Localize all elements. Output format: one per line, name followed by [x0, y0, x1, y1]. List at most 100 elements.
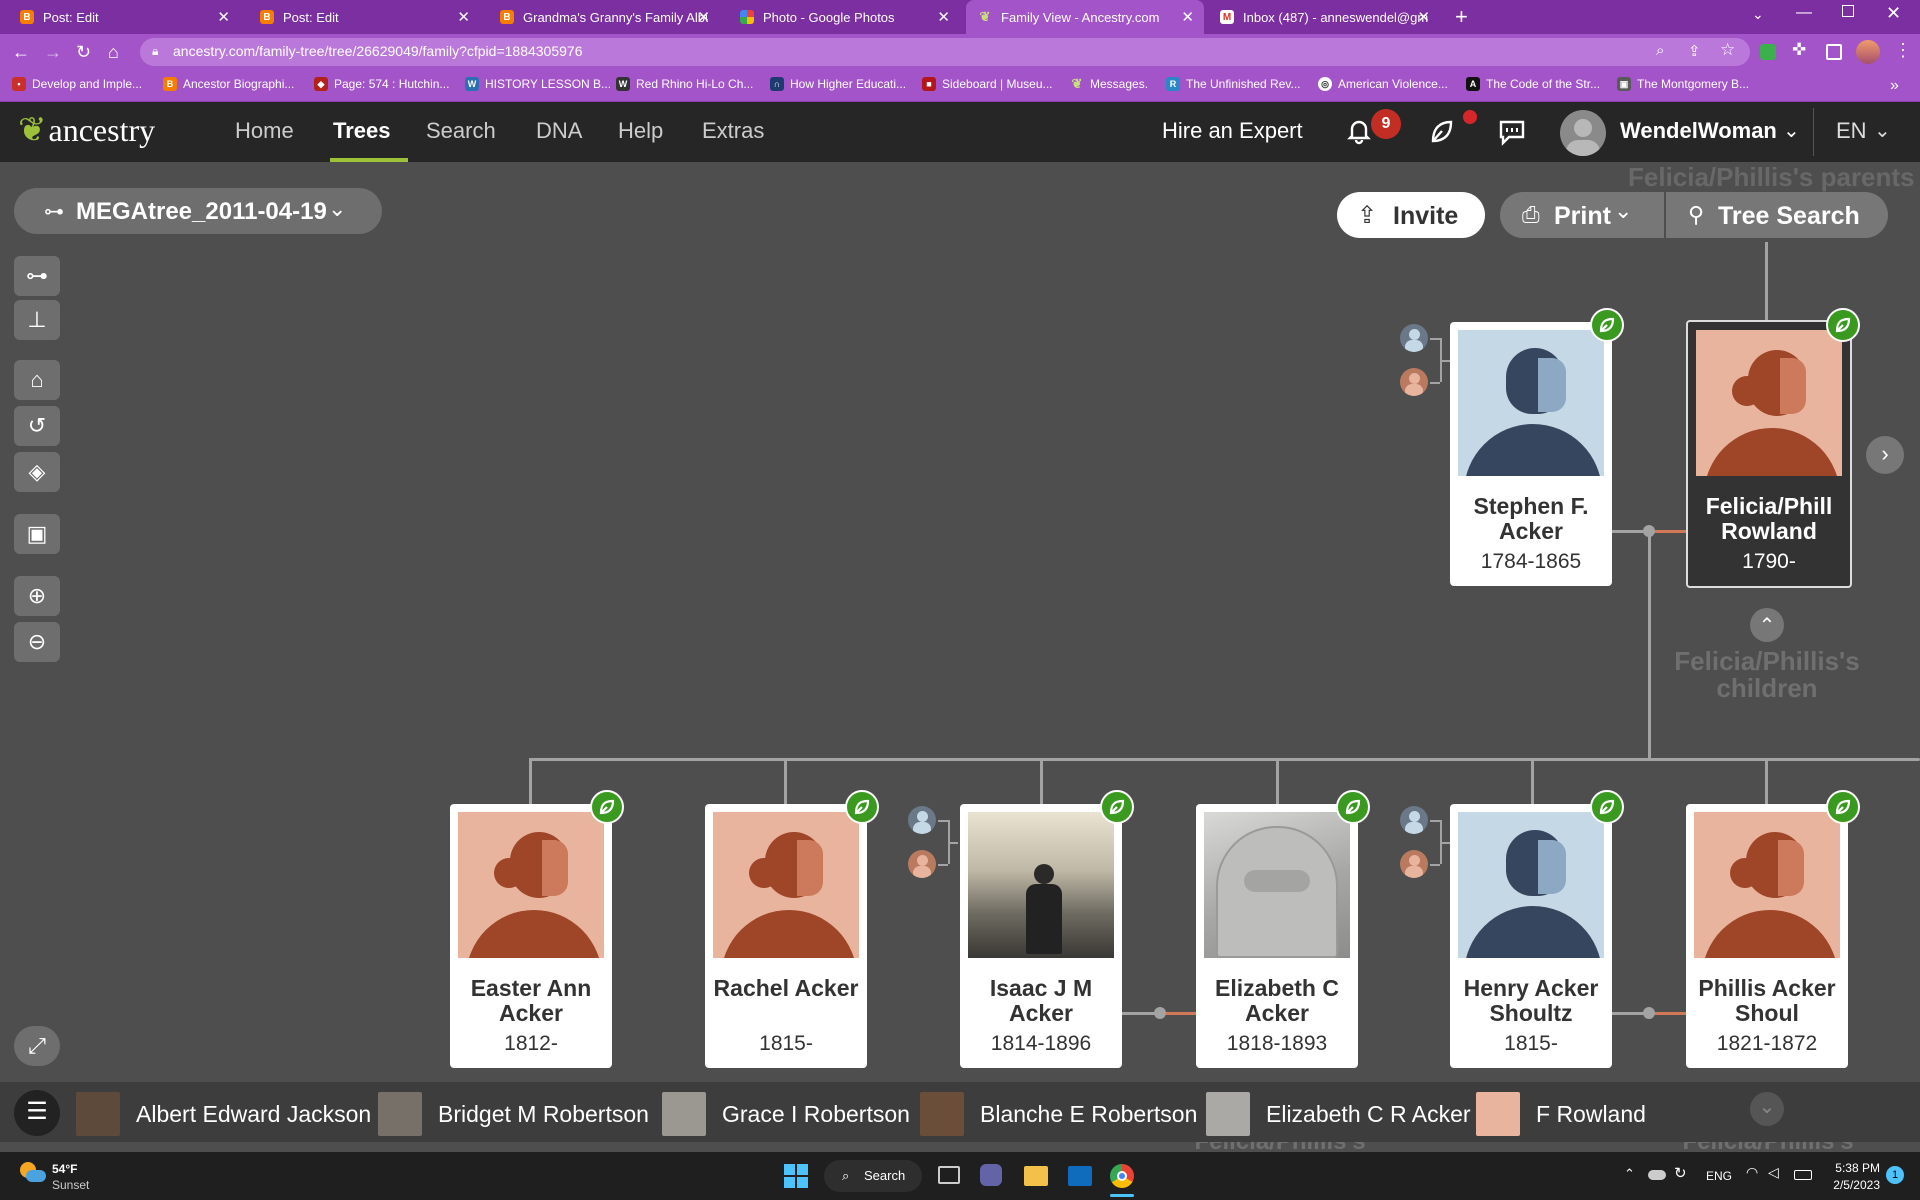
bookmark-star-icon[interactable]: ☆ — [1720, 40, 1735, 60]
new-tab-button[interactable]: + — [1455, 4, 1468, 30]
home-person-button[interactable]: ⌂ — [14, 360, 60, 400]
bookmark-item[interactable]: W Red Rhino Hi-Lo Ch... — [616, 77, 753, 91]
close-tab-icon[interactable]: ✕ — [1417, 8, 1430, 26]
tray-chevron-up-icon[interactable]: ⌃ — [1624, 1166, 1635, 1182]
chevron-down-icon[interactable]: ⌄ — [1783, 118, 1800, 143]
person-card-child[interactable]: Isaac J M Acker 1814-1896 — [960, 804, 1122, 1068]
battery-icon[interactable] — [1794, 1170, 1812, 1180]
hint-leaf-icon[interactable] — [845, 790, 879, 824]
browser-menu-icon[interactable]: ⋮ — [1894, 40, 1912, 61]
bookmark-item[interactable]: ■ Sideboard | Museu... — [922, 77, 1053, 91]
url-text[interactable]: ancestry.com/family-tree/tree/26629049/f… — [173, 43, 582, 59]
taskbar-search[interactable]: ⌕ Search — [824, 1160, 922, 1192]
nav-trees[interactable]: Trees — [333, 118, 391, 144]
hint-leaf-icon[interactable] — [590, 790, 624, 824]
recent-person[interactable]: Blanche E Robertson — [920, 1092, 1197, 1136]
zoom-out-button[interactable]: ⊖ — [14, 622, 60, 662]
recent-person[interactable]: F Rowland — [1476, 1092, 1646, 1136]
bookmark-item[interactable]: ◎ American Violence... — [1318, 77, 1448, 91]
maximize-icon[interactable] — [1842, 5, 1854, 17]
father-parents-button[interactable] — [908, 806, 936, 834]
clock-time[interactable]: 5:38 PM — [1826, 1161, 1880, 1175]
person-card-child[interactable]: Phillis Acker Shoul 1821-1872 — [1686, 804, 1848, 1068]
notification-center-badge[interactable]: 1 — [1886, 1166, 1904, 1184]
close-window-icon[interactable]: ✕ — [1886, 3, 1901, 24]
mail-icon[interactable] — [1068, 1166, 1092, 1186]
hint-leaf-icon[interactable] — [1590, 790, 1624, 824]
sync-icon[interactable]: ↻ — [1674, 1164, 1687, 1182]
hint-leaf-icon[interactable] — [1590, 308, 1624, 342]
close-tab-icon[interactable]: ✕ — [697, 8, 710, 26]
back-icon[interactable]: ← — [12, 42, 30, 62]
bookmark-item[interactable]: ❦ Messages. — [1070, 76, 1148, 91]
ancestry-logo[interactable]: ❦ ancestry — [18, 110, 155, 150]
list-icon[interactable]: ☰ — [14, 1090, 60, 1136]
lock-icon[interactable]: 🔒︎ — [152, 44, 158, 59]
recent-person[interactable]: Elizabeth C R Acker — [1206, 1092, 1471, 1136]
person-card-child[interactable]: Henry Acker Shoultz 1815- — [1450, 804, 1612, 1068]
minimize-icon[interactable]: — — [1796, 4, 1812, 22]
person-card-child[interactable]: Elizabeth C Acker 1818-1893 — [1196, 804, 1358, 1068]
mother-parents-button[interactable] — [1400, 368, 1428, 396]
side-panel-icon[interactable] — [1826, 44, 1842, 60]
task-view-icon[interactable] — [938, 1166, 960, 1184]
hire-expert-link[interactable]: Hire an Expert — [1162, 118, 1303, 144]
teams-chat-icon[interactable] — [980, 1164, 1002, 1186]
puzzle-extensions-icon[interactable]: ✜ — [1792, 40, 1806, 60]
home-icon[interactable]: ⌂ — [108, 42, 119, 62]
hint-leaf-icon[interactable] — [1826, 308, 1860, 342]
bookmark-item[interactable]: B Ancestor Biographi... — [163, 77, 294, 91]
nav-search[interactable]: Search — [426, 118, 496, 144]
chevron-down-icon[interactable]: ⌄ — [1874, 118, 1891, 143]
bookmark-item[interactable]: W HISTORY LESSON B... — [465, 77, 611, 91]
close-tab-icon[interactable]: ✕ — [1181, 8, 1194, 26]
onedrive-icon[interactable] — [1648, 1170, 1666, 1180]
bookmark-item[interactable]: ∩ How Higher Educati... — [770, 77, 906, 91]
recent-person[interactable]: Grace I Robertson — [662, 1092, 910, 1136]
profile-avatar[interactable] — [1856, 40, 1880, 64]
person-card-focus[interactable]: Felicia/Phill Rowland 1790- — [1686, 320, 1852, 588]
volume-icon[interactable]: ◁ — [1768, 1164, 1779, 1181]
browser-tab-active[interactable]: ❦ Family View - Ancestry.com ✕ — [966, 0, 1204, 34]
father-parents-button[interactable] — [1400, 324, 1428, 352]
collapse-children-chevron-icon[interactable]: ⌃ — [1750, 608, 1784, 642]
recent-person[interactable]: Bridget M Robertson — [378, 1092, 649, 1136]
tree-selector[interactable]: ⊶ MEGAtree_2011-04-19 ⌄ — [14, 188, 382, 234]
tab-search-chevron-icon[interactable]: ⌄ — [1752, 6, 1764, 23]
user-menu[interactable]: WendelWoman — [1620, 118, 1777, 144]
chrome-icon[interactable] — [1110, 1164, 1134, 1188]
browser-tab[interactable]: Photo - Google Photos ✕ — [728, 0, 960, 34]
file-explorer-icon[interactable] — [1024, 1166, 1048, 1186]
wifi-icon[interactable]: ◠ — [1746, 1164, 1758, 1181]
person-card-child[interactable]: Easter Ann Acker 1812- — [450, 804, 612, 1068]
browser-tab[interactable]: B Grandma's Granny's Family Albur ✕ — [488, 0, 720, 34]
bookmark-item[interactable]: • Develop and Imple... — [12, 77, 142, 91]
history-button[interactable]: ↺ — [14, 406, 60, 446]
bookmark-item[interactable]: R The Unfinished Rev... — [1166, 77, 1301, 91]
fullscreen-button[interactable]: ⤢ — [14, 1026, 60, 1066]
print-button[interactable]: ⎙ Print ⌄ — [1500, 192, 1664, 238]
language-selector[interactable]: EN — [1836, 118, 1867, 144]
reload-icon[interactable]: ↻ — [76, 42, 91, 62]
mother-parents-button[interactable] — [1400, 850, 1428, 878]
browser-tab[interactable]: M Inbox (487) - anneswendel@gm ✕ — [1208, 0, 1440, 34]
extension-icon[interactable] — [1760, 44, 1776, 60]
recent-person[interactable]: Albert Edward Jackson — [76, 1092, 371, 1136]
invite-button[interactable]: ⇪ Invite — [1337, 192, 1485, 238]
father-parents-button[interactable] — [1400, 806, 1428, 834]
bookmark-item[interactable]: ◆ Page: 574 : Hutchin... — [314, 77, 449, 91]
zoom-in-button[interactable]: ⊕ — [14, 576, 60, 616]
close-tab-icon[interactable]: ✕ — [217, 8, 230, 26]
tree-search-button[interactable]: ⚲ Tree Search — [1666, 192, 1888, 238]
forward-icon[interactable]: → — [44, 42, 62, 62]
bookmark-item[interactable]: A The Code of the Str... — [1466, 77, 1600, 91]
user-avatar[interactable] — [1560, 110, 1606, 156]
nav-help[interactable]: Help — [618, 118, 663, 144]
expand-children-chevron-icon[interactable]: ⌄ — [1750, 1092, 1784, 1126]
nav-extras[interactable]: Extras — [702, 118, 764, 144]
hint-leaf-icon[interactable] — [1826, 790, 1860, 824]
notifications-bell-icon[interactable] — [1344, 116, 1374, 146]
browser-tab[interactable]: B Post: Edit ✕ — [248, 0, 480, 34]
weather-icon[interactable] — [18, 1160, 46, 1184]
media-button[interactable]: ▣ — [14, 514, 60, 554]
